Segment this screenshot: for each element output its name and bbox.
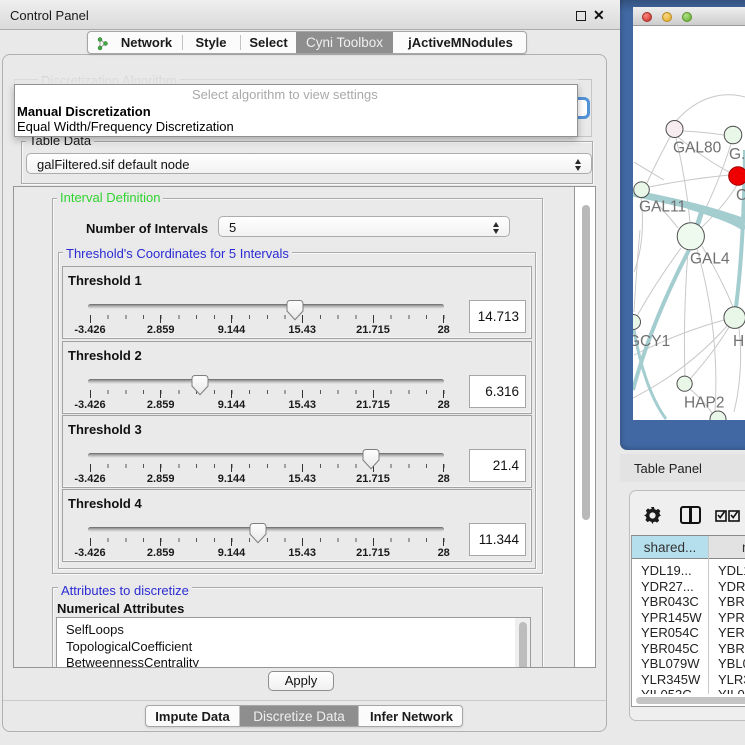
svg-text:C: C	[736, 187, 745, 204]
svg-text:GAL11: GAL11	[639, 199, 686, 216]
svg-text:GCY1: GCY1	[633, 333, 670, 350]
svg-text:H: H	[733, 333, 744, 350]
svg-text:GAL80: GAL80	[673, 140, 722, 157]
svg-text:HAP2: HAP2	[684, 395, 725, 412]
svg-text:G.: G.	[729, 146, 745, 163]
svg-text:GAL4: GAL4	[690, 251, 730, 268]
